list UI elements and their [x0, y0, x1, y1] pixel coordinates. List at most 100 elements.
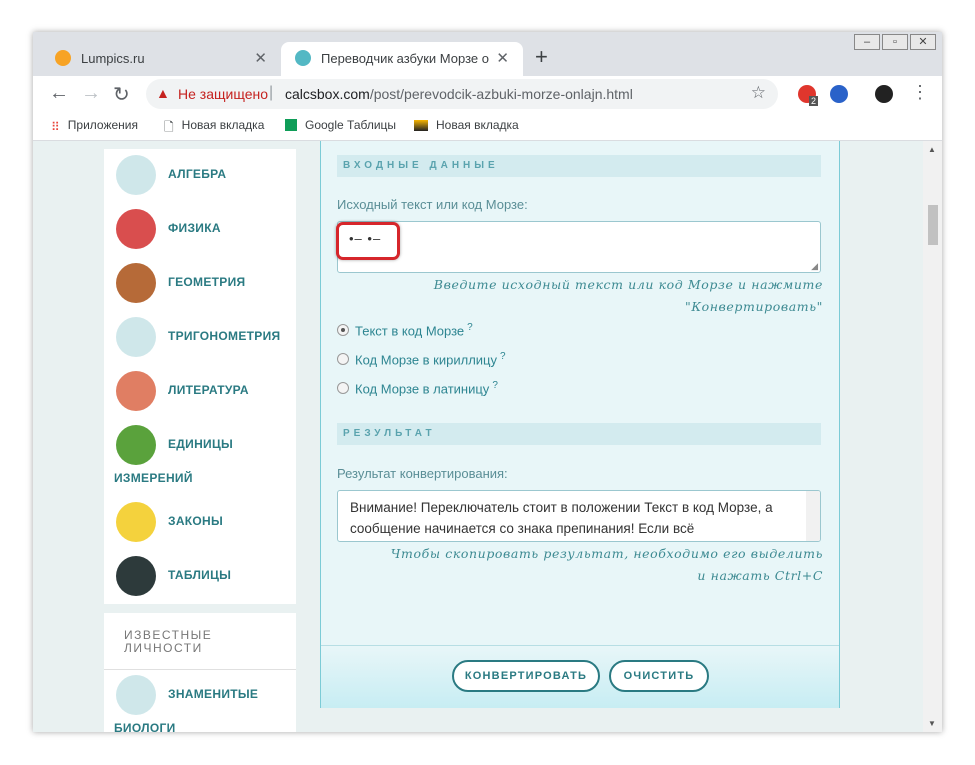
option-text-to-morse[interactable]: Текст в код Морзе?: [337, 322, 473, 338]
lumpics-favicon-icon: [55, 50, 71, 66]
convert-button[interactable]: КОНВЕРТИРОВАТЬ: [452, 660, 600, 692]
bookmark-apps[interactable]: ⠿ Приложения: [51, 118, 138, 134]
navigation-toolbar: ← → ↻ ▲ Не защищено | calcsbox.com/post/…: [33, 76, 942, 112]
tab-lumpics[interactable]: Lumpics.ru ✕: [41, 42, 281, 76]
bookmark-google-sheets[interactable]: Google Таблицы: [285, 118, 396, 132]
input-label: Исходный текст или код Морзе:: [337, 197, 528, 212]
known-people-heading: ИЗВЕСТНЫЕ ЛИЧНОСТИ: [124, 628, 213, 655]
result-output[interactable]: Внимание! Переключатель стоит в положени…: [337, 490, 821, 542]
close-window-icon[interactable]: ✕: [910, 34, 936, 50]
result-section-header: РЕЗУЛЬТАТ: [337, 423, 821, 445]
help-icon[interactable]: ?: [467, 322, 473, 333]
tab-strip: Lumpics.ru ✕ Переводчик азбуки Морзе онл…: [33, 32, 942, 76]
new-tab-button[interactable]: +: [535, 44, 548, 70]
input-section-header: ВХОДНЫЕ ДАННЫЕ: [337, 155, 821, 177]
law-icon: [116, 502, 156, 542]
globe-extension-icon[interactable]: [830, 85, 848, 103]
bookmark-star-icon[interactable]: ☆: [751, 83, 766, 103]
divider: [104, 669, 296, 670]
scroll-down-icon[interactable]: ▼: [928, 719, 936, 728]
tab-title: Lumpics.ru: [81, 51, 145, 66]
sidebar-item-label-line2: БИОЛОГИ: [114, 721, 176, 732]
reload-icon[interactable]: ↻: [113, 82, 130, 107]
sidebar-item-units[interactable]: ЕДИНИЦЫ ИЗМЕРЕНИЙ: [114, 423, 294, 493]
clear-button[interactable]: ОЧИСТИТЬ: [609, 660, 709, 692]
sidebar-item-algebra[interactable]: АЛГЕБРА: [114, 153, 294, 197]
page-content: АЛГЕБРА ФИЗИКА ГЕОМЕТРИЯ ТРИГОНОМЕТРИЯ Л…: [33, 141, 923, 732]
result-hint: Чтобы скопировать результат, необходимо …: [390, 546, 823, 583]
clover-icon: [116, 675, 156, 715]
help-icon[interactable]: ?: [500, 351, 506, 362]
result-text: Внимание! Переключатель стоит в положени…: [350, 500, 773, 536]
calcsbox-favicon-icon: [295, 50, 311, 66]
url-text[interactable]: calcsbox.com/post/perevodcik-azbuki-morz…: [285, 86, 633, 102]
option-morse-to-cyrillic[interactable]: Код Морзе в кириллицу?: [337, 351, 506, 367]
radio-button[interactable]: [337, 353, 349, 366]
radio-button[interactable]: [337, 324, 349, 337]
scales-icon: [116, 425, 156, 465]
bookmark-new-tab-2[interactable]: Новая вкладка: [414, 118, 519, 132]
input-hint: Введите исходный текст или код Морзе и н…: [433, 277, 823, 314]
option-label: Текст в код Морзе: [355, 323, 465, 339]
tab-title: Переводчик азбуки Морзе онлайн: [321, 51, 489, 66]
sidebar-item-label: ТАБЛИЦЫ: [168, 568, 232, 582]
sidebar-item-tables[interactable]: ТАБЛИЦЫ: [114, 554, 294, 598]
source-text-input[interactable]: ◢: [337, 221, 821, 273]
subject-sidebar: АЛГЕБРА ФИЗИКА ГЕОМЕТРИЯ ТРИГОНОМЕТРИЯ Л…: [104, 149, 296, 604]
radio-button[interactable]: [337, 382, 349, 395]
sidebar-item-physics[interactable]: ФИЗИКА: [114, 207, 294, 251]
sidebar-item-laws[interactable]: ЗАКОНЫ: [114, 500, 294, 544]
atom-icon: [116, 209, 156, 249]
compass-icon: [116, 317, 156, 357]
result-label: Результат конвертирования:: [337, 466, 508, 481]
tab-morse-translator[interactable]: Переводчик азбуки Морзе онлайн ✕: [281, 42, 523, 76]
resize-handle-icon[interactable]: ◢: [811, 261, 818, 272]
sheets-icon: [285, 119, 297, 131]
option-label: Код Морзе в латиницу: [355, 381, 490, 397]
scroll-up-icon[interactable]: ▲: [928, 145, 936, 154]
input-morse-value: •– •–: [349, 231, 382, 246]
forward-arrow-icon[interactable]: →: [81, 82, 101, 105]
famous-people-sidebar: ИЗВЕСТНЫЕ ЛИЧНОСТИ ЗНАМЕНИТЫЕ БИОЛОГИ: [104, 613, 296, 732]
bookmark-label: Приложения: [67, 118, 139, 132]
sidebar-item-label: ЗАКОНЫ: [168, 514, 224, 528]
sidebar-item-label: ГЕОМЕТРИЯ: [168, 275, 246, 289]
back-arrow-icon[interactable]: ←: [49, 82, 69, 105]
security-status[interactable]: Не защищено: [178, 86, 268, 102]
bookmark-label: Google Таблицы: [305, 118, 397, 132]
page-scrollbar[interactable]: ▲ ▼: [923, 141, 942, 732]
warning-triangle-icon[interactable]: ▲: [156, 85, 170, 101]
bookmark-new-tab[interactable]: 🗋 Новая вкладка: [164, 118, 264, 139]
sidebar-item-label: ТРИГОНОМЕТРИЯ: [168, 329, 281, 343]
bookmarks-bar: ⠿ Приложения 🗋 Новая вкладка Google Таблиц…: [33, 112, 942, 141]
image-icon: [414, 120, 428, 131]
sidebar-item-literature[interactable]: ЛИТЕРАТУРА: [114, 369, 294, 413]
profile-avatar[interactable]: [875, 85, 893, 103]
address-bar[interactable]: ▲ Не защищено | calcsbox.com/post/perevo…: [146, 79, 778, 109]
result-scrollbar[interactable]: [806, 491, 820, 541]
sidebar-item-geometry[interactable]: ГЕОМЕТРИЯ: [114, 261, 294, 305]
menu-dots-icon[interactable]: ⋮: [911, 82, 929, 103]
scroll-thumb[interactable]: [928, 205, 938, 245]
minimize-icon[interactable]: –: [854, 34, 880, 50]
page-icon: 🗋: [164, 120, 174, 134]
close-tab-icon[interactable]: ✕: [496, 49, 509, 67]
sidebar-item-famous-biologists[interactable]: ЗНАМЕНИТЫЕ БИОЛОГИ: [114, 673, 294, 732]
algebra-icon: [116, 155, 156, 195]
address-separator: |: [269, 84, 274, 101]
input-highlight-callout: •– •–: [336, 222, 400, 260]
url-host: calcsbox.com: [285, 86, 370, 102]
form-actions: КОНВЕРТИРОВАТЬ ОЧИСТИТЬ: [321, 645, 839, 708]
browser-window: Lumpics.ru ✕ Переводчик азбуки Морзе онл…: [33, 32, 942, 732]
option-morse-to-latin[interactable]: Код Морзе в латиницу?: [337, 380, 498, 396]
maximize-icon[interactable]: ▫: [882, 34, 908, 50]
url-path: /post/perevodcik-azbuki-morze-onlajn.htm…: [369, 86, 633, 102]
close-tab-icon[interactable]: ✕: [254, 49, 267, 67]
bookmark-label: Новая вкладка: [436, 118, 519, 132]
sidebar-item-trigonometry[interactable]: ТРИГОНОМЕТРИЯ: [114, 315, 294, 359]
sidebar-item-label: ФИЗИКА: [168, 221, 221, 235]
table-icon: [116, 556, 156, 596]
sidebar-item-label: ЛИТЕРАТУРА: [168, 383, 249, 397]
apps-grid-icon: ⠿: [51, 120, 60, 134]
help-icon[interactable]: ?: [492, 380, 498, 391]
